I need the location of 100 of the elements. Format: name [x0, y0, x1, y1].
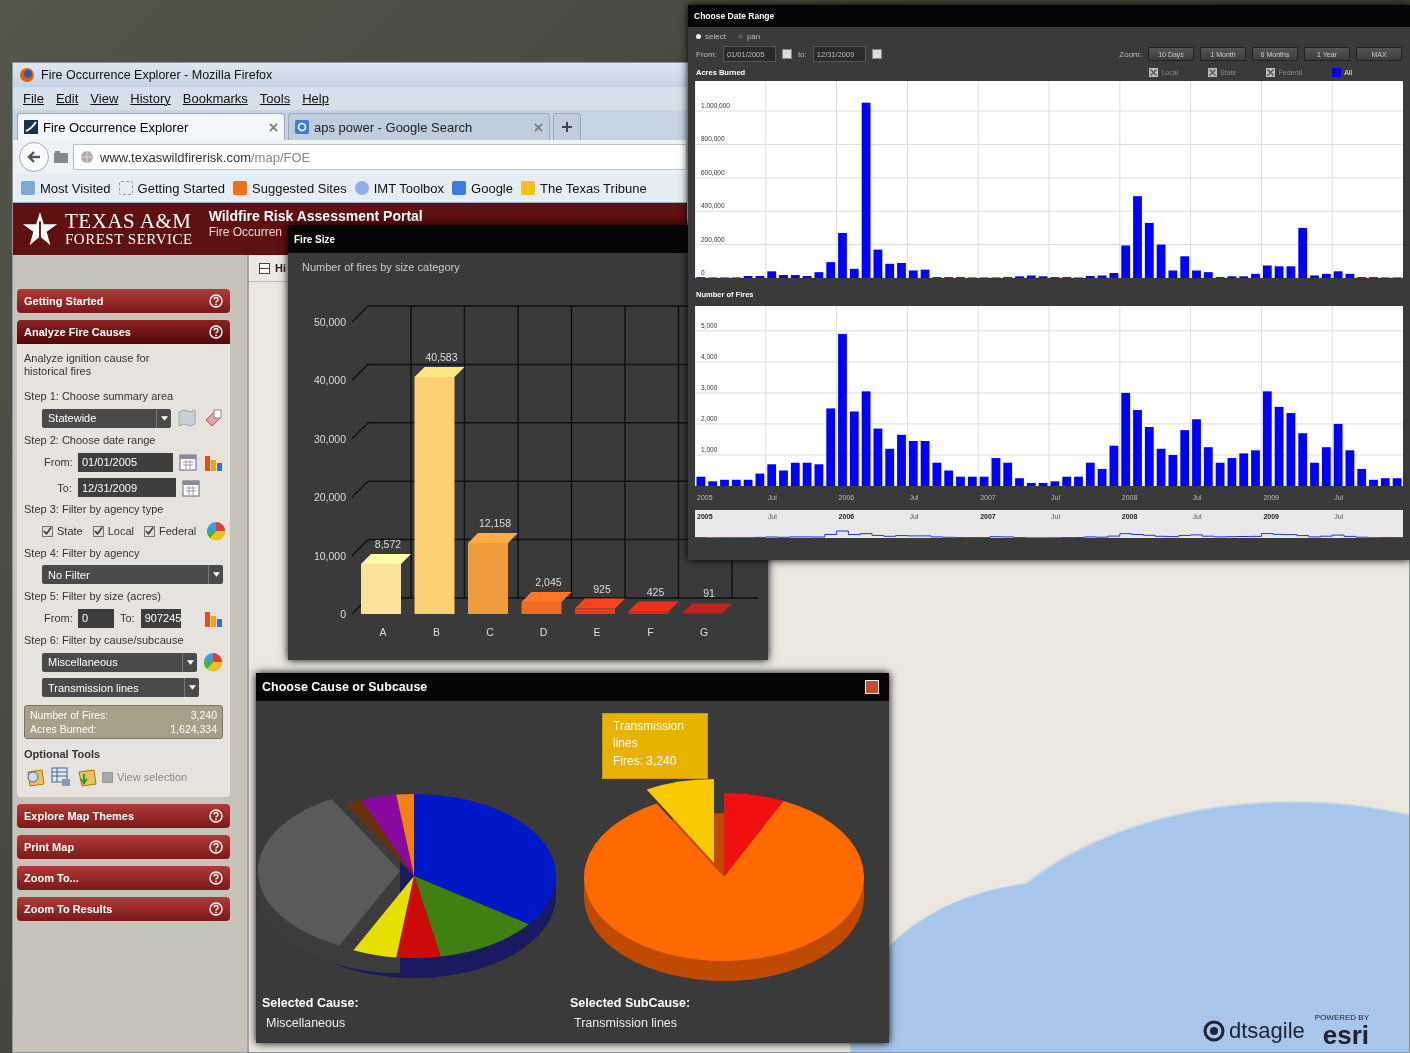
calendar-icon[interactable]: [781, 49, 792, 59]
agency-checkbox[interactable]: Local: [92, 525, 134, 538]
close-icon[interactable]: [865, 680, 879, 694]
menu-item[interactable]: Bookmarks: [182, 91, 248, 106]
bar: [575, 608, 615, 614]
axis-tick-label: B: [433, 626, 440, 638]
selection-value: Transmission lines: [573, 1016, 679, 1030]
logo-subtext: FOREST SERVICE: [65, 232, 193, 247]
caret-icon: [212, 572, 220, 578]
site-favicon-icon: [24, 120, 38, 134]
close-tab-icon[interactable]: [534, 122, 543, 132]
cause-pie-drawing[interactable]: [258, 794, 556, 978]
chart-title: Number of fires by size category: [301, 260, 461, 275]
menu-item[interactable]: History: [130, 91, 171, 106]
from-date-field[interactable]: 01/01/2005: [78, 452, 173, 472]
axis-tick-label: 40,000: [313, 374, 346, 387]
max-size-field[interactable]: 907245: [140, 608, 181, 628]
address-bar[interactable]: www.texaswildfirerisk.com/map/FOE: [73, 144, 687, 170]
eraser-icon[interactable]: [203, 408, 223, 429]
min-size-field[interactable]: 0: [78, 608, 114, 628]
portal-subtitle: Fire Occurren: [208, 224, 282, 240]
step-label: Step 1: Choose summary area: [24, 390, 175, 403]
caret-icon: [186, 659, 194, 665]
calendar-icon[interactable]: [871, 49, 882, 59]
axis-tick-label: D: [539, 626, 548, 638]
field-label: to:: [797, 49, 807, 59]
selection-value: Miscellaneous: [265, 1016, 347, 1030]
axis-tick-label: 10,000: [313, 549, 346, 562]
window-title: Fire Occurrence Explorer - Mozilla Firefox: [41, 68, 273, 82]
description-text: Analyze ignition cause for historical fires: [24, 352, 151, 379]
summary-label: Acres Burned:: [30, 723, 97, 736]
bookmark-link[interactable]: IMT Toolbox: [354, 180, 445, 196]
back-arrow-icon: [26, 149, 42, 165]
branding-logo: dtsagile POWERED BY esri: [1202, 1014, 1369, 1048]
agency-dropdown[interactable]: No Filter: [42, 565, 223, 585]
browser-tab[interactable]: Fire Occurrence Explorer: [17, 113, 285, 140]
accordion-header[interactable]: Print Map: [17, 835, 230, 860]
bookmark-link[interactable]: Getting Started: [118, 180, 226, 196]
portal-title: Wildfire Risk Assessment Portal: [208, 208, 423, 225]
help-icon[interactable]: [209, 809, 223, 824]
bookmark-link[interactable]: Google: [452, 180, 513, 196]
axis-tick-label: 20,000: [313, 491, 346, 504]
plus-icon: [561, 121, 573, 133]
data-label: 91: [703, 587, 715, 600]
new-tab-button[interactable]: [553, 113, 581, 140]
axis-tick-label: A: [379, 626, 387, 638]
accordion-header[interactable]: Zoom To Results: [17, 897, 230, 922]
field-label: To:: [120, 612, 135, 625]
axis-tick-label: C: [486, 626, 494, 638]
cross-icon: [1208, 67, 1218, 77]
browser-tab[interactable]: aps power - Google Search: [288, 113, 550, 140]
table-icon[interactable]: [50, 766, 72, 789]
to-date-field[interactable]: 12/31/2009: [78, 478, 176, 498]
selection-label: Selected Cause:: [262, 996, 360, 1010]
menu-item[interactable]: File: [23, 91, 44, 106]
cross-icon: [1149, 67, 1159, 77]
cause-dropdown[interactable]: Miscellaneous: [42, 652, 197, 672]
window-title: Choose Date Range: [694, 11, 775, 21]
bookmark-link[interactable]: The Texas Tribune: [521, 180, 647, 196]
help-icon[interactable]: [209, 871, 223, 886]
help-icon[interactable]: [209, 840, 223, 855]
help-icon[interactable]: [209, 294, 223, 308]
cross-icon: [1266, 67, 1276, 77]
search-favicon-icon: [295, 120, 309, 134]
bar: [521, 602, 562, 614]
bookmark-link[interactable]: Suggested Sites: [233, 180, 347, 196]
collapse-icon[interactable]: [259, 262, 270, 274]
accordion-header[interactable]: Getting Started: [17, 289, 230, 313]
selection-label: Selected SubCause:: [570, 996, 692, 1010]
area-dropdown[interactable]: Statewide: [42, 408, 171, 428]
hide-button[interactable]: Hi: [275, 262, 286, 274]
accordion-header[interactable]: Analyze Fire Causes: [17, 320, 230, 344]
menu-item[interactable]: Edit: [55, 91, 79, 106]
agency-checkbox[interactable]: Federal: [144, 525, 197, 538]
pie-chart-icon[interactable]: [206, 521, 227, 542]
subcause-dropdown[interactable]: Transmission lines: [42, 678, 199, 698]
checkmark-icon: [43, 526, 52, 537]
help-icon[interactable]: [209, 902, 223, 917]
bar: [628, 611, 669, 614]
data-label: 40,583: [425, 351, 458, 363]
summary-value: 3,240: [190, 709, 217, 722]
bookmark-link[interactable]: Most Visited: [21, 180, 111, 196]
mode-radio[interactable]: pan: [737, 31, 761, 41]
field-label: From:: [44, 612, 72, 625]
axis-tick-label: G: [699, 626, 709, 638]
axis-tick-label: 0: [340, 608, 346, 620]
close-tab-icon[interactable]: [269, 122, 278, 132]
menu-item[interactable]: View: [90, 91, 119, 106]
menu-item[interactable]: Help: [302, 91, 329, 106]
data-label: 12,158: [478, 517, 512, 529]
subcause-pie-drawing[interactable]: [584, 779, 864, 981]
accordion-header[interactable]: Zoom To...: [17, 866, 230, 891]
help-icon[interactable]: [209, 325, 223, 339]
folder-icon[interactable]: [53, 149, 69, 165]
pie-chart-icon[interactable]: [203, 652, 223, 673]
accordion-header[interactable]: Explore Map Themes: [17, 804, 230, 829]
back-button[interactable]: [19, 142, 49, 172]
menu-item[interactable]: Tools: [259, 91, 291, 106]
agency-checkbox[interactable]: State: [42, 525, 83, 538]
mode-radio[interactable]: select: [696, 31, 726, 41]
